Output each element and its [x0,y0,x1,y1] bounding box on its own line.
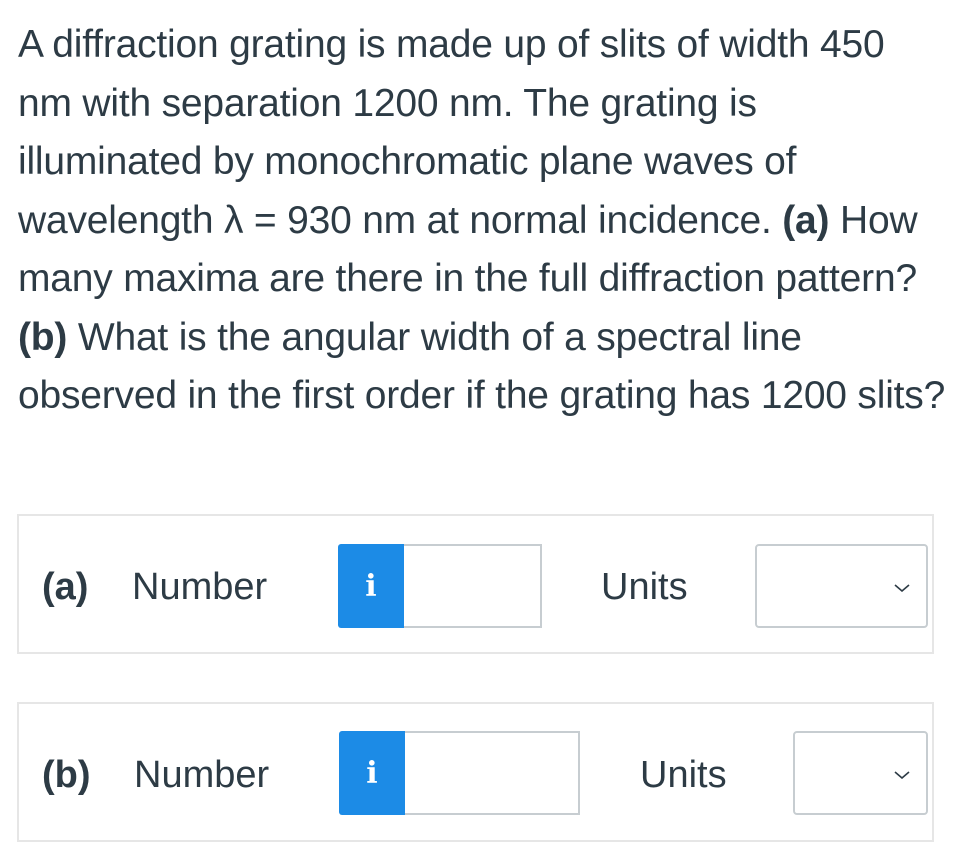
number-label: Number [132,566,268,608]
number-label: Number [134,754,270,796]
units-label: Units [640,754,727,796]
question-text: A diffraction grating is made up of slit… [18,16,948,426]
number-input[interactable] [404,544,542,628]
part-b-marker: (b) [18,315,68,359]
part-a-marker: (a) [782,198,830,242]
part-label: (b) [42,754,91,796]
info-icon[interactable]: i [339,731,405,815]
number-input[interactable] [405,731,580,815]
question-part-b: What is the angular width of a spectral … [18,315,946,418]
units-select[interactable] [755,544,928,628]
units-label: Units [601,566,688,608]
answer-box-b: (b) Number i Units [17,702,934,842]
info-icon[interactable]: i [338,544,404,628]
chevron-down-icon [894,771,910,779]
question-intro: A diffraction grating is made up of slit… [18,23,885,242]
answer-box-a: (a) Number i Units [17,514,934,654]
chevron-down-icon [894,584,910,592]
units-select[interactable] [793,731,928,815]
part-label: (a) [42,566,89,608]
